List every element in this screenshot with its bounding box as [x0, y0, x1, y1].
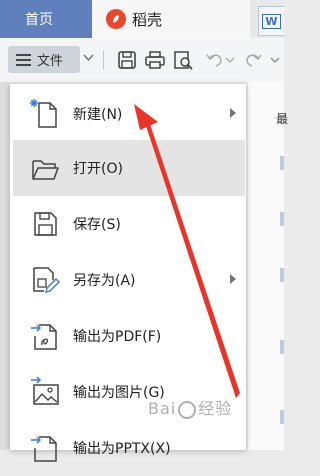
save-icon[interactable] — [116, 49, 138, 71]
right-panel-mark — [280, 410, 284, 424]
more-dropdown-icon[interactable] — [268, 49, 282, 71]
redo-icon[interactable] — [242, 49, 264, 71]
print-preview-icon[interactable] — [172, 49, 194, 71]
tab-bar: 首页 稻壳 W — [0, 0, 284, 38]
right-panel — [248, 82, 284, 450]
tab-home-label: 首页 — [25, 12, 53, 28]
baidu-jingyan-watermark: Bai 经验 — [148, 395, 232, 419]
menu-item-label: 打开(O) — [73, 161, 123, 177]
menu-item-export-pdf[interactable]: 输出为PDF(F) — [13, 308, 245, 364]
daoke-logo-icon — [106, 9, 126, 29]
hamburger-icon — [16, 51, 31, 69]
menu-item-new[interactable]: 新建(N) — [13, 86, 245, 142]
submenu-arrow-icon — [230, 108, 236, 118]
export-image-icon — [31, 376, 59, 405]
menu-item-label: 保存(S) — [73, 217, 121, 233]
right-panel-mark — [280, 212, 284, 226]
export-pptx-icon — [31, 436, 57, 462]
right-panel-mark — [280, 156, 284, 170]
print-icon[interactable] — [144, 49, 166, 71]
undo-icon[interactable] — [204, 49, 226, 71]
menu-item-label: 另存为(A) — [73, 273, 136, 289]
menu-item-label: 新建(N) — [73, 107, 123, 123]
menu-item-export-pptx[interactable]: 输出为PPTX(X) — [13, 420, 245, 476]
tab-daoke[interactable]: 稻壳 — [92, 0, 250, 38]
save-as-icon — [33, 267, 60, 293]
menu-item-save-as[interactable]: 另存为(A) — [13, 252, 245, 308]
tab-daoke-label: 稻壳 — [132, 10, 163, 29]
folder-open-icon — [32, 160, 59, 180]
export-pdf-icon — [31, 324, 57, 350]
quick-toolbar: 文件 — [0, 38, 284, 82]
tab-home[interactable]: 首页 — [0, 0, 92, 38]
document-edge — [0, 82, 10, 450]
save-icon — [34, 212, 57, 236]
menu-item-label: 输出为PPTX(X) — [73, 441, 171, 457]
file-menu-button[interactable]: 文件 — [8, 46, 80, 73]
menu-item-open[interactable]: 打开(O) — [13, 140, 245, 196]
watermark-text-left: Bai — [148, 399, 177, 418]
paw-icon — [178, 400, 197, 419]
file-menu-label: 文件 — [37, 54, 64, 69]
menu-item-label: 输出为PDF(F) — [73, 329, 162, 345]
watermark-text-right: 经验 — [198, 399, 233, 418]
writer-doc-icon: W — [262, 13, 281, 29]
new-document-icon — [30, 99, 57, 128]
chevron-down-icon[interactable] — [83, 52, 94, 63]
submenu-arrow-icon — [230, 274, 236, 284]
right-panel-mark — [280, 268, 284, 282]
right-panel-title: 最 — [276, 112, 289, 126]
undo-dropdown-icon[interactable] — [224, 49, 236, 71]
toolbar-divider — [103, 50, 104, 70]
tab-document[interactable]: W — [258, 6, 284, 36]
menu-item-save[interactable]: 保存(S) — [13, 196, 245, 252]
right-panel-mark — [280, 340, 284, 354]
